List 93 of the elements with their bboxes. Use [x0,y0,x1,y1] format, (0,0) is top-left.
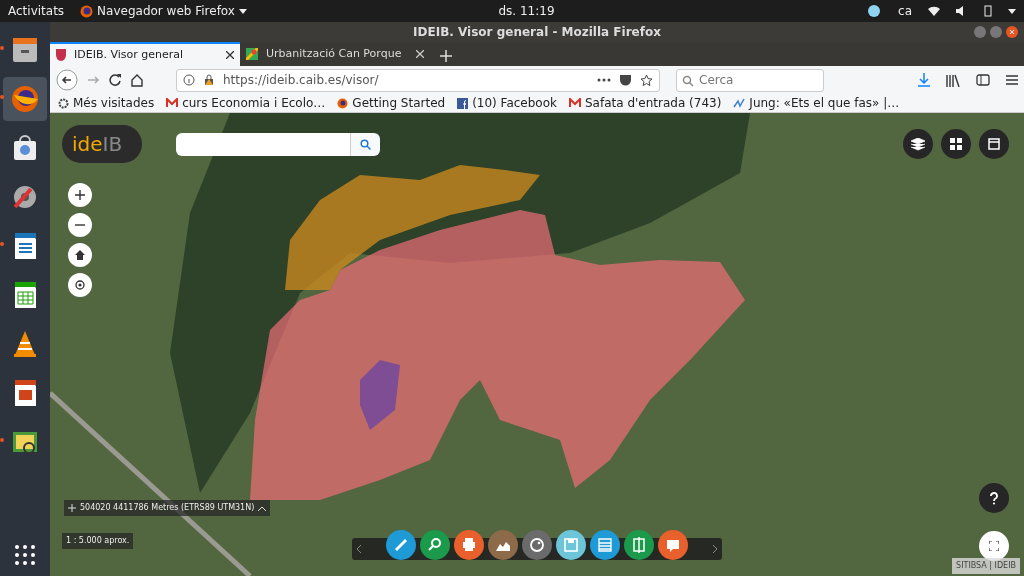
facebook-icon [457,97,469,109]
battery-icon[interactable] [984,5,992,17]
help-button[interactable] [979,483,1009,513]
locate-button[interactable] [68,273,92,297]
search-icon [360,139,371,150]
table-icon [596,536,614,554]
maximize-icon[interactable] [990,26,1002,38]
map-tool-button[interactable] [556,530,586,560]
small-plot-area [360,360,400,430]
url-text: https://ideib.caib.es/visor/ [223,72,380,89]
dock-app[interactable] [3,77,47,121]
close-icon[interactable] [226,51,234,59]
place-search-field[interactable] [176,133,350,156]
grid-button[interactable] [941,129,971,159]
panel-button[interactable] [979,129,1009,159]
chevron-up-icon[interactable] [258,505,267,511]
more-icon [597,78,611,82]
question-icon [989,491,999,505]
map-tool-button[interactable] [386,530,416,560]
attribution-text: SITIBSA | IDEIB [952,558,1020,574]
search-field[interactable]: Cerca [676,68,824,92]
home-button[interactable] [68,243,92,267]
map-tool-button[interactable] [624,530,654,560]
target-icon [74,279,86,291]
firefox-icon [80,4,94,18]
map-tool-button[interactable] [658,530,688,560]
window-icon [988,138,1000,150]
map-tool-button[interactable] [488,530,518,560]
map-tool-button[interactable] [420,530,450,560]
keyboard-layout[interactable]: ca [898,2,912,20]
info-icon [183,74,195,86]
pocket-icon [619,74,632,86]
bookmark-link[interactable]: (10) Facebook [457,94,557,112]
zoom-in-button[interactable] [68,183,92,207]
scale-text: 1 : 5.000 aprox. [62,533,134,549]
browser-tab[interactable]: IDEIB. Visor general [50,42,240,66]
menu-icon[interactable] [1006,75,1018,85]
fullscreen-icon [989,541,999,551]
library-icon[interactable] [946,73,960,87]
plus-icon [75,190,85,200]
star-icon [640,73,653,87]
address-bar[interactable]: https://ideib.caib.es/visor/ [176,68,660,92]
window-title: IDEIB. Visor general - Mozilla Firefox [413,24,661,41]
close-icon[interactable] [1006,26,1018,38]
firefox-icon [9,83,41,115]
layers-icon [911,137,925,151]
wifi-icon[interactable] [928,6,940,16]
reload-icon[interactable] [108,73,122,87]
minimize-icon[interactable] [974,26,986,38]
activities-button[interactable]: Activitats [8,2,65,20]
aerial-map[interactable]: ideIB 504020 4411786 Metres (ETRS89 UTM31N) 1 : 5.000 aprox. SITIBSA | IDEIB [50,113,1024,576]
zoom-out-button[interactable] [68,213,92,237]
cloud-icon[interactable] [866,4,883,18]
printer-icon [460,536,478,554]
app-grid-icon[interactable] [14,544,36,566]
home-icon[interactable] [130,73,144,87]
shield-icon [56,49,66,61]
map-icon [246,48,258,60]
squiggle-icon [733,98,746,108]
lock-icon [203,74,215,86]
caret-icon [238,8,247,14]
map-tool-button[interactable] [590,530,620,560]
caret-icon [1008,8,1016,14]
plus-icon [440,50,452,62]
floppy-icon [562,536,580,554]
app-menu[interactable]: Navegador web Firefox [97,2,235,20]
minus-icon [75,224,85,226]
grid-icon [950,138,962,150]
back-icon[interactable] [56,69,78,91]
fullscreen-button[interactable] [979,531,1009,561]
split-icon [630,536,648,554]
map-tool-button[interactable] [522,530,552,560]
download-icon[interactable] [918,73,930,87]
map-tool-button[interactable] [454,530,484,560]
crosshair-icon [68,504,76,512]
mail-icon [166,98,179,108]
mail-icon [569,98,581,108]
home-icon [75,250,85,260]
bookmark-link[interactable]: Safata d'entrada (743) [569,94,722,112]
chevron-left-icon[interactable] [356,544,362,554]
sidebar-icon[interactable] [976,74,990,86]
clock[interactable]: ds. 11:19 [498,2,555,20]
chevron-right-icon[interactable] [712,544,718,554]
bookmark-link[interactable]: Jung: «Ets el que fas» |… [733,94,900,112]
bookmark-link[interactable]: curs Economia i Ecolo… [166,94,326,112]
search-button[interactable] [350,133,380,156]
bookmark-link[interactable]: Més visitades [58,94,155,112]
ideib-logo: ideIB [62,125,142,163]
bookmark-link[interactable]: Getting Started [337,94,446,112]
firefox-icon [337,97,349,109]
layers-button[interactable] [903,129,933,159]
coordinates-text: 504020 4411786 Metres (ETRS89 UTM31N) [80,502,255,514]
browser-tab[interactable]: Urbanització Can Porque [240,42,430,66]
